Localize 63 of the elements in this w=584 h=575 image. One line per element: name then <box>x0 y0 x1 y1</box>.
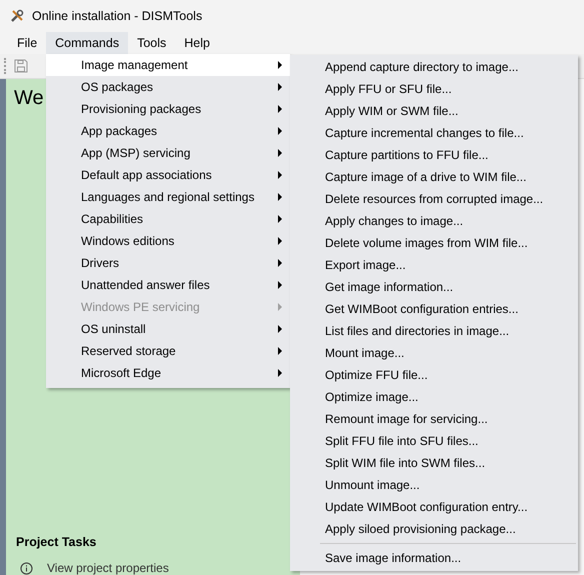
submenu-item[interactable]: Update WIMBoot configuration entry... <box>290 496 578 518</box>
task-link[interactable]: View project properties <box>47 561 169 575</box>
submenu-arrow-icon <box>278 347 282 355</box>
submenu-item[interactable]: Split FFU file into SFU files... <box>290 430 578 452</box>
submenu-item[interactable]: Apply changes to image... <box>290 210 578 232</box>
submenu-item[interactable]: Apply WIM or SWM file... <box>290 100 578 122</box>
save-icon[interactable] <box>14 59 28 73</box>
submenu-item[interactable]: Get WIMBoot configuration entries... <box>290 298 578 320</box>
info-icon <box>20 562 33 574</box>
submenu-item[interactable]: Unmount image... <box>290 474 578 496</box>
submenu-arrow-icon <box>278 281 282 289</box>
menu-item[interactable]: Drivers <box>46 252 290 274</box>
submenu-item[interactable]: Optimize FFU file... <box>290 364 578 386</box>
submenu-item[interactable]: List files and directories in image... <box>290 320 578 342</box>
tools-icon <box>10 9 24 23</box>
submenu-item[interactable]: Save image information... <box>290 547 578 569</box>
submenu-arrow-icon <box>278 369 282 377</box>
submenu-item[interactable]: Split WIM file into SWM files... <box>290 452 578 474</box>
menu-item[interactable]: App (MSP) servicing <box>46 142 290 164</box>
submenu-arrow-icon <box>278 215 282 223</box>
submenu-item[interactable]: Export image... <box>290 254 578 276</box>
submenu-item[interactable]: Capture incremental changes to file... <box>290 122 578 144</box>
submenu-item[interactable]: Optimize image... <box>290 386 578 408</box>
menu-item[interactable]: Unattended answer files <box>46 274 290 296</box>
submenu-arrow-icon <box>278 303 282 311</box>
submenu-arrow-icon <box>278 149 282 157</box>
submenu-item[interactable]: Append capture directory to image... <box>290 56 578 78</box>
submenu-arrow-icon <box>278 83 282 91</box>
menu-item[interactable]: OS uninstall <box>46 318 290 340</box>
menu-item[interactable]: Microsoft Edge <box>46 362 290 384</box>
welcome-heading: We <box>14 87 44 110</box>
window-title: Online installation - DISMTools <box>32 9 202 23</box>
menu-bar-item[interactable]: File <box>8 32 46 54</box>
submenu-item[interactable]: Delete volume images from WIM file... <box>290 232 578 254</box>
menu-item[interactable]: Image management <box>46 54 290 76</box>
menu-item[interactable]: App packages <box>46 120 290 142</box>
submenu-item[interactable]: Get image information... <box>290 276 578 298</box>
submenu-arrow-icon <box>278 61 282 69</box>
menu-item[interactable]: Provisioning packages <box>46 98 290 120</box>
submenu-item[interactable]: Remount image for servicing... <box>290 408 578 430</box>
submenu-arrow-icon <box>278 127 282 135</box>
submenu-item[interactable]: Capture partitions to FFU file... <box>290 144 578 166</box>
submenu-arrow-icon <box>278 325 282 333</box>
submenu-item[interactable]: Apply siloed provisioning package... <box>290 518 578 540</box>
project-tasks-title: Project Tasks <box>16 535 98 549</box>
menu-item[interactable]: Reserved storage <box>46 340 290 362</box>
submenu-item[interactable]: Delete resources from corrupted image... <box>290 188 578 210</box>
submenu-arrow-icon <box>278 105 282 113</box>
submenu-arrow-icon <box>278 259 282 267</box>
submenu-item[interactable]: Apply FFU or SFU file... <box>290 78 578 100</box>
menu-item[interactable]: OS packages <box>46 76 290 98</box>
menu-bar-item[interactable]: Help <box>175 32 219 54</box>
submenu-item[interactable]: Capture image of a drive to WIM file... <box>290 166 578 188</box>
submenu-item[interactable]: Mount image... <box>290 342 578 364</box>
submenu-arrow-icon <box>278 171 282 179</box>
menu-item[interactable]: Languages and regional settings <box>46 186 290 208</box>
menu-bar-item[interactable]: Tools <box>128 32 176 54</box>
submenu-arrow-icon <box>278 237 282 245</box>
menu-bar-item[interactable]: Commands <box>46 32 128 54</box>
menu-item[interactable]: Capabilities <box>46 208 290 230</box>
menu-item[interactable]: Windows editions <box>46 230 290 252</box>
menu-item[interactable]: Default app associations <box>46 164 290 186</box>
submenu-arrow-icon <box>278 193 282 201</box>
